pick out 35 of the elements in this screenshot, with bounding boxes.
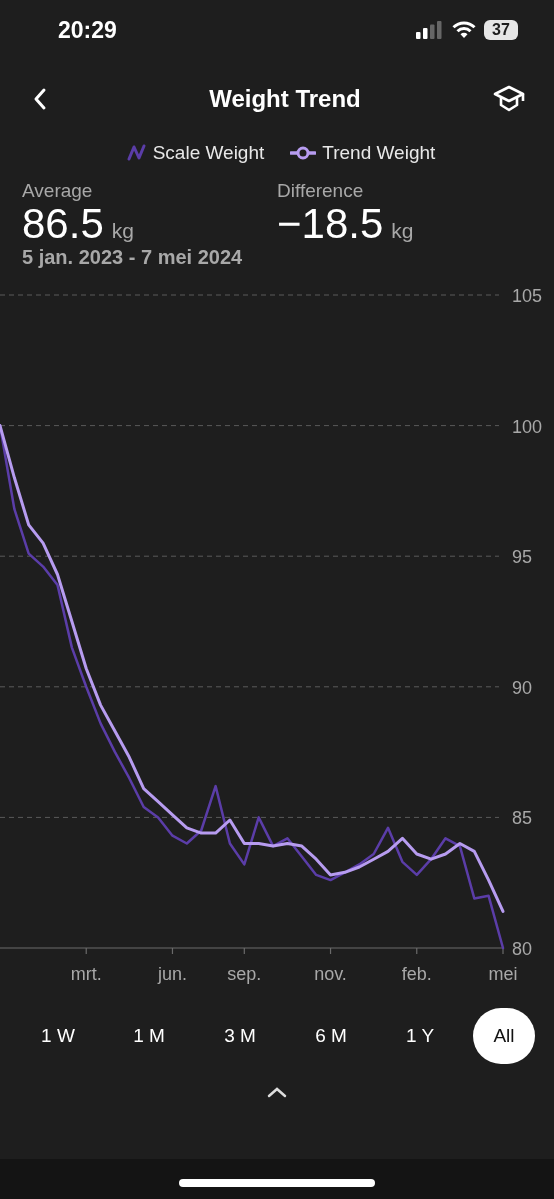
screen-title: Weight Trend bbox=[209, 85, 361, 113]
range-button[interactable]: 1 Y bbox=[389, 1008, 451, 1064]
x-axis-label: mrt. bbox=[70, 964, 102, 984]
wifi-icon bbox=[452, 21, 476, 39]
y-axis-label: 90 bbox=[512, 677, 533, 698]
y-axis-label: 80 bbox=[512, 939, 533, 959]
stat-label: Average bbox=[22, 180, 94, 202]
y-axis-label: 95 bbox=[512, 547, 533, 568]
y-axis-label: 100 bbox=[512, 416, 543, 437]
stat-unit: kg bbox=[111, 219, 134, 243]
legend-label: Trend Weight bbox=[322, 142, 436, 164]
legend-label: Scale Weight bbox=[152, 142, 265, 164]
x-axis-label: nov. bbox=[314, 964, 347, 984]
x-axis-label: sep. bbox=[227, 964, 262, 984]
battery-level: 37 bbox=[492, 21, 510, 39]
y-axis-label: 85 bbox=[512, 808, 533, 829]
x-axis-label: mei bbox=[488, 964, 518, 984]
stat-value: −18.5 bbox=[277, 200, 384, 248]
stat-label: Difference bbox=[277, 180, 365, 202]
range-button[interactable]: All bbox=[473, 1008, 535, 1064]
caret-up-icon[interactable] bbox=[267, 1086, 287, 1098]
graduation-cap-icon[interactable] bbox=[492, 84, 526, 114]
range-button[interactable]: 1 M bbox=[118, 1008, 180, 1064]
range-button[interactable]: 1 W bbox=[27, 1008, 89, 1064]
back-icon[interactable] bbox=[32, 87, 48, 111]
x-axis-label: feb. bbox=[401, 964, 432, 984]
y-axis-label: 105 bbox=[512, 286, 543, 306]
range-button[interactable]: 3 M bbox=[209, 1008, 271, 1064]
status-time: 20:29 bbox=[58, 16, 117, 44]
range-button[interactable]: 6 M bbox=[300, 1008, 362, 1064]
stat-unit: kg bbox=[391, 219, 414, 243]
x-axis-label: jun. bbox=[157, 964, 187, 984]
date-range: 5 jan. 2023 - 7 mei 2024 bbox=[21, 246, 244, 269]
stat-value: 86.5 bbox=[22, 200, 104, 248]
signal-icon bbox=[416, 21, 442, 39]
